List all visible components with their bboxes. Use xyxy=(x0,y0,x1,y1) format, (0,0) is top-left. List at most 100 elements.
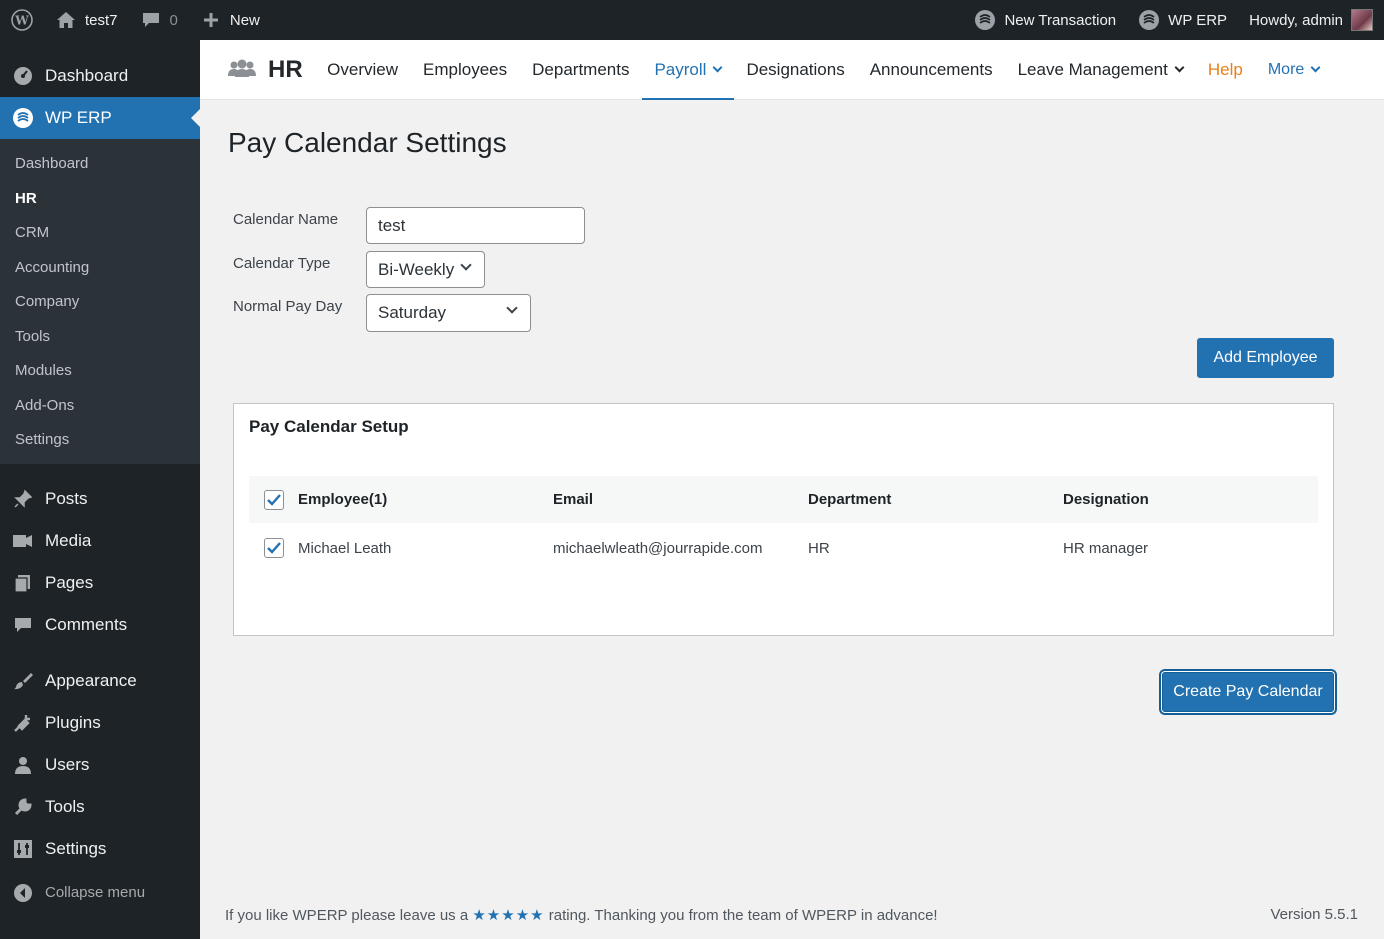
media-camera-icon xyxy=(11,529,35,553)
home-icon xyxy=(55,9,77,31)
collapse-arrow-icon xyxy=(11,881,35,905)
menu-appearance-label: Appearance xyxy=(45,670,137,690)
submenu-tools[interactable]: Tools xyxy=(0,320,200,355)
chevron-down-icon xyxy=(1310,62,1321,72)
menu-posts[interactable]: Posts xyxy=(0,478,200,520)
pay-calendar-setup-panel: Pay Calendar Setup Employee(1) Email Dep… xyxy=(233,403,1334,636)
nav-employees-label: Employees xyxy=(423,59,508,79)
checkmark-icon xyxy=(266,542,281,554)
footer-rating-text: If you like WPERP please leave us a ★★★★… xyxy=(225,906,938,924)
nav-payroll[interactable]: Payroll xyxy=(641,40,734,100)
pay-day-select[interactable]: Saturday xyxy=(366,294,531,332)
hr-brand: HR xyxy=(200,40,315,99)
svg-text:W: W xyxy=(14,14,29,28)
footer-text-post: rating. Thanking you from the team of WP… xyxy=(548,907,938,924)
menu-posts-label: Posts xyxy=(45,488,88,508)
menu-comments-label: Comments xyxy=(45,614,128,634)
user-icon xyxy=(11,753,35,777)
erp-logo-icon xyxy=(11,106,35,130)
submenu-settings[interactable]: Settings xyxy=(0,423,200,458)
rating-stars-link[interactable]: ★★★★★ xyxy=(472,907,544,924)
submenu-hr[interactable]: HR xyxy=(0,182,200,217)
calendar-name-value: test xyxy=(378,215,406,235)
menu-comments[interactable]: Comments xyxy=(0,604,200,646)
settings-sliders-icon xyxy=(11,837,35,861)
submenu-company[interactable]: Company xyxy=(0,285,200,320)
menu-appearance[interactable]: Appearance xyxy=(0,660,200,702)
calendar-name-label: Calendar Name xyxy=(233,211,339,228)
nav-overview[interactable]: Overview xyxy=(315,40,411,99)
nav-announcements-label: Announcements xyxy=(869,59,993,79)
menu-pages[interactable]: Pages xyxy=(0,562,200,604)
erp-logo-icon xyxy=(1138,9,1160,31)
my-account-menu[interactable]: Howdy, admin xyxy=(1238,0,1384,40)
hr-title: HR xyxy=(268,55,303,83)
nav-help[interactable]: Help xyxy=(1195,40,1255,99)
nav-departments[interactable]: Departments xyxy=(520,40,642,99)
table-header-row: Employee(1) Email Department Designation xyxy=(249,476,1318,523)
admin-bar: W test7 0 New New Transaction WP ERP How… xyxy=(0,0,1384,40)
page-title: Pay Calendar Settings xyxy=(228,127,507,158)
calendar-type-select[interactable]: Bi-Weekly xyxy=(366,251,485,288)
wrench-icon xyxy=(11,795,35,819)
new-transaction-label: New Transaction xyxy=(1004,11,1117,29)
menu-plugins[interactable]: Plugins xyxy=(0,702,200,744)
admin-sidebar: Dashboard WP ERP Dashboard HR CRM Accoun… xyxy=(0,40,200,939)
cell-employee-name: Michael Leath xyxy=(298,539,392,557)
new-transaction-menu[interactable]: New Transaction xyxy=(963,0,1127,40)
create-pay-calendar-button[interactable]: Create Pay Calendar xyxy=(1162,672,1334,712)
new-content-menu[interactable]: New xyxy=(189,0,271,40)
header-department: Department xyxy=(808,491,892,508)
select-all-checkbox[interactable] xyxy=(263,489,284,510)
menu-settings[interactable]: Settings xyxy=(0,828,200,870)
submenu-accounting[interactable]: Accounting xyxy=(0,251,200,286)
menu-users[interactable]: Users xyxy=(0,744,200,786)
calendar-type-value: Bi-Weekly xyxy=(378,259,455,279)
howdy-label: Howdy, admin xyxy=(1249,11,1343,29)
employee-table: Employee(1) Email Department Designation… xyxy=(249,476,1318,573)
submenu-modules[interactable]: Modules xyxy=(0,354,200,389)
checkmark-icon xyxy=(266,493,281,506)
menu-dashboard[interactable]: Dashboard xyxy=(0,55,200,97)
dashboard-gauge-icon xyxy=(11,64,35,88)
header-employee: Employee(1) xyxy=(298,491,388,508)
plus-icon xyxy=(200,9,222,31)
menu-wp-erp-label: WP ERP xyxy=(45,108,112,127)
pay-day-label: Normal Pay Day xyxy=(233,298,343,315)
submenu-crm[interactable]: CRM xyxy=(0,216,200,251)
nav-employees[interactable]: Employees xyxy=(411,40,520,99)
chevron-down-icon xyxy=(1174,62,1185,72)
pages-icon xyxy=(11,571,35,595)
new-label: New xyxy=(229,11,260,29)
users-group-icon xyxy=(226,58,258,81)
nav-more[interactable]: More xyxy=(1255,40,1331,99)
submenu-add-ons[interactable]: Add-Ons xyxy=(0,389,200,424)
site-name-menu[interactable]: test7 xyxy=(44,0,129,40)
wordpress-logo-menu[interactable]: W xyxy=(0,0,44,40)
nav-designations-label: Designations xyxy=(746,59,845,79)
menu-wp-erp[interactable]: WP ERP xyxy=(0,97,200,139)
submenu-dashboard[interactable]: Dashboard xyxy=(0,147,200,182)
paintbrush-icon xyxy=(11,669,35,693)
collapse-menu[interactable]: Collapse menu xyxy=(0,872,200,914)
nav-departments-label: Departments xyxy=(532,59,630,79)
add-employee-button[interactable]: Add Employee xyxy=(1197,338,1334,378)
comments-menu[interactable]: 0 xyxy=(129,0,189,40)
menu-media[interactable]: Media xyxy=(0,520,200,562)
footer-text-pre: If you like WPERP please leave us a xyxy=(225,907,469,924)
calendar-name-input[interactable]: test xyxy=(366,207,585,244)
menu-media-label: Media xyxy=(45,530,92,550)
nav-designations[interactable]: Designations xyxy=(734,40,857,99)
nav-overview-label: Overview xyxy=(327,59,399,79)
wp-erp-menu[interactable]: WP ERP xyxy=(1127,0,1238,40)
comments-count: 0 xyxy=(169,11,178,29)
menu-tools[interactable]: Tools xyxy=(0,786,200,828)
row-checkbox[interactable] xyxy=(263,538,284,558)
pay-day-value: Saturday xyxy=(378,303,447,322)
table-row: Michael Leath michaelwleath@jourrapide.c… xyxy=(249,523,1318,573)
nav-leave-management[interactable]: Leave Management xyxy=(1005,40,1195,99)
menu-users-label: Users xyxy=(45,754,90,774)
nav-announcements[interactable]: Announcements xyxy=(857,40,1005,99)
pushpin-icon xyxy=(11,487,35,511)
comment-bubble-icon xyxy=(140,9,162,31)
